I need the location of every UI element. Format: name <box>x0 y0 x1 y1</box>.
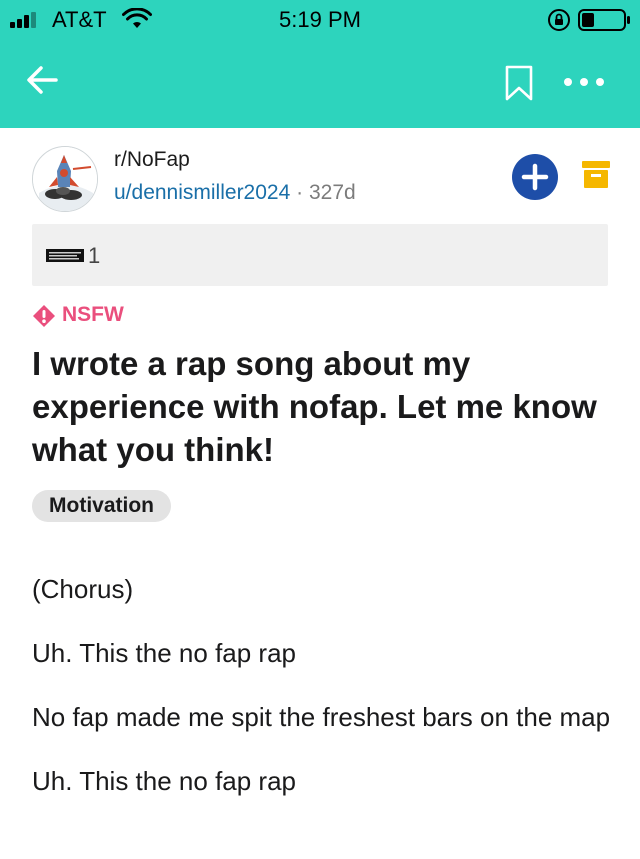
subreddit-name[interactable]: r/NoFap <box>114 148 190 172</box>
post-flair[interactable]: Motivation <box>32 490 171 522</box>
nsfw-warning-icon <box>33 305 55 327</box>
battery-icon <box>578 9 630 31</box>
awards-bar[interactable]: 1 <box>32 224 608 286</box>
meta-separator: · <box>296 181 304 204</box>
join-button[interactable] <box>512 154 558 200</box>
body-paragraph: No fap made me spit the freshest bars on… <box>32 702 611 732</box>
post-meta: u/dennismiller2024 · 327d <box>114 181 356 205</box>
top-bar: AT&T 5:19 PM <box>0 0 640 128</box>
back-arrow-icon[interactable] <box>22 60 62 100</box>
award-icon <box>46 249 84 262</box>
rocket-icon <box>33 147 97 211</box>
orientation-lock-icon <box>548 9 570 31</box>
post-title: I wrote a rap song about my experience w… <box>32 345 597 468</box>
bookmark-icon[interactable] <box>504 64 534 102</box>
status-bar: AT&T 5:19 PM <box>0 0 640 40</box>
status-time: 5:19 PM <box>279 7 361 32</box>
post-body: (Chorus) Uh. This the no fap rap No fap … <box>32 572 612 828</box>
post-age: 327d <box>308 181 356 204</box>
body-paragraph: Uh. This the no fap rap <box>32 766 297 796</box>
more-options-icon[interactable] <box>560 72 608 92</box>
archive-icon <box>582 161 610 188</box>
nsfw-label: NSFW <box>62 303 124 326</box>
award-count: 1 <box>88 243 101 268</box>
subreddit-avatar[interactable] <box>32 146 98 212</box>
body-paragraph: Uh. This the no fap rap <box>32 638 297 668</box>
author-link[interactable]: u/dennismiller2024 <box>114 181 290 204</box>
body-paragraph: (Chorus) <box>32 574 134 604</box>
